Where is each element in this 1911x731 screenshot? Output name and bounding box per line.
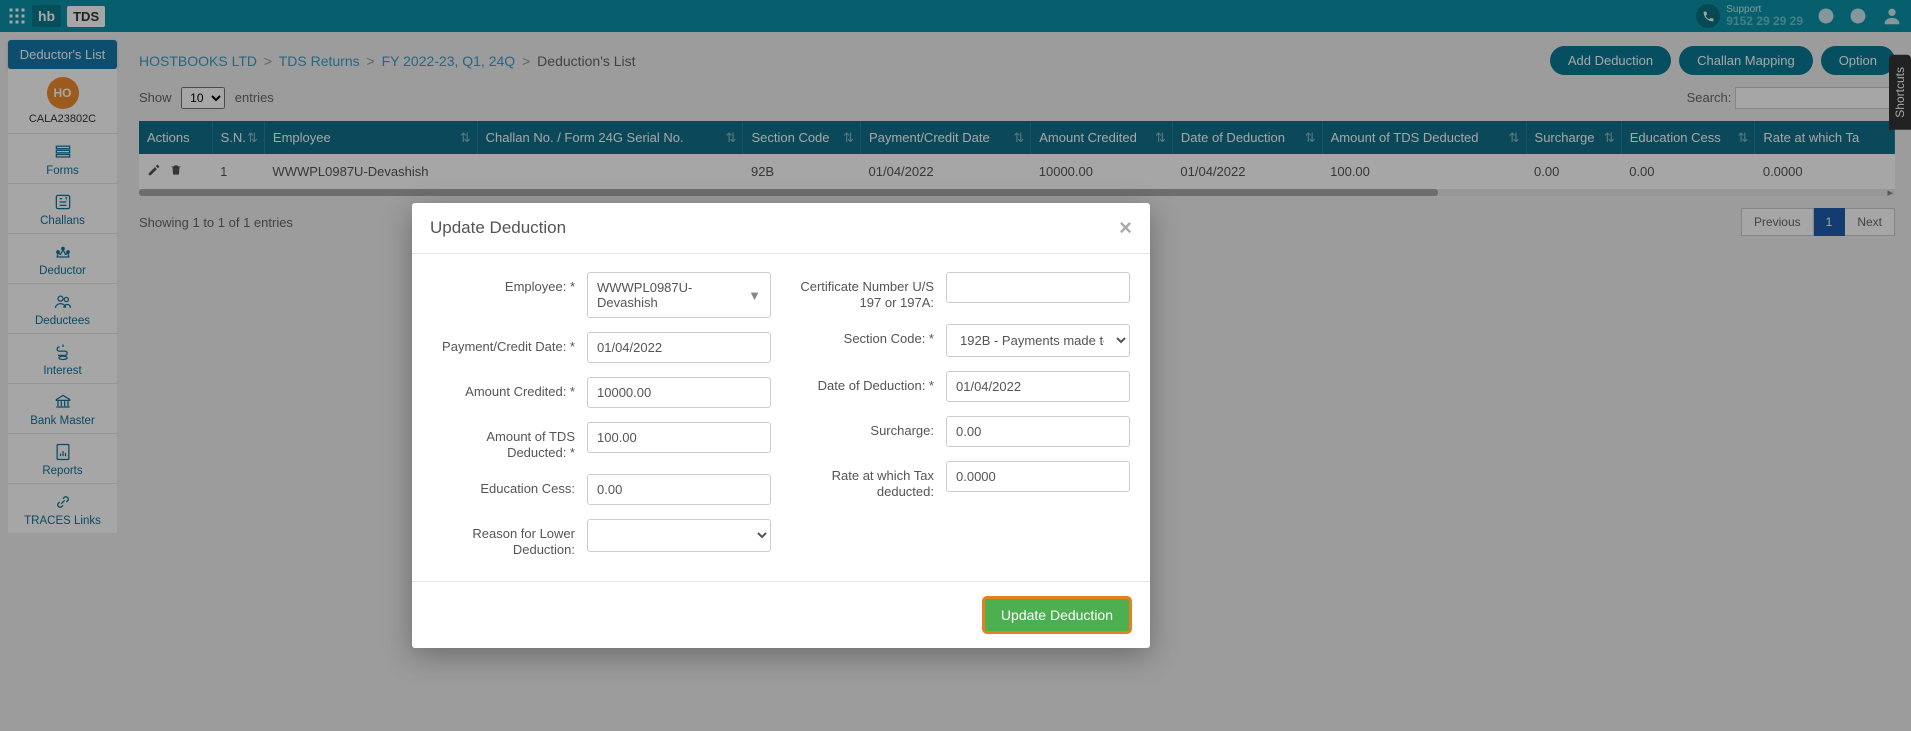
label-amount-credited: Amount Credited: * [432,377,587,400]
label-education-cess: Education Cess: [432,474,587,497]
payment-date-field[interactable] [587,332,771,363]
label-employee: Employee: * [432,272,587,295]
reason-select[interactable] [587,519,771,552]
education-cess-field[interactable] [587,474,771,505]
label-rate: Rate at which Tax deducted: [791,461,946,499]
label-section: Section Code: * [791,324,946,347]
amount-credited-field[interactable] [587,377,771,408]
modal-title: Update Deduction [430,218,566,238]
label-cert: Certificate Number U/S 197 or 197A: [791,272,946,310]
label-payment-date: Payment/Credit Date: * [432,332,587,355]
employee-select[interactable]: WWWPL0987U-Devashish▼ [587,272,771,318]
label-surcharge: Surcharge: [791,416,946,439]
label-tds-deducted: Amount of TDS Deducted: * [432,422,587,460]
tds-deducted-field[interactable] [587,422,771,453]
update-deduction-button[interactable]: Update Deduction [982,596,1132,634]
deduction-date-field[interactable] [946,371,1130,402]
surcharge-field[interactable] [946,416,1130,447]
update-deduction-modal: Update Deduction × Employee: * WWWPL0987… [412,203,1150,648]
label-deduction-date: Date of Deduction: * [791,371,946,394]
label-reason: Reason for Lower Deduction: [432,519,587,557]
rate-field[interactable] [946,461,1130,492]
close-icon[interactable]: × [1119,217,1132,239]
section-select[interactable]: 192B - Payments made to r [946,324,1130,357]
cert-field[interactable] [946,272,1130,303]
